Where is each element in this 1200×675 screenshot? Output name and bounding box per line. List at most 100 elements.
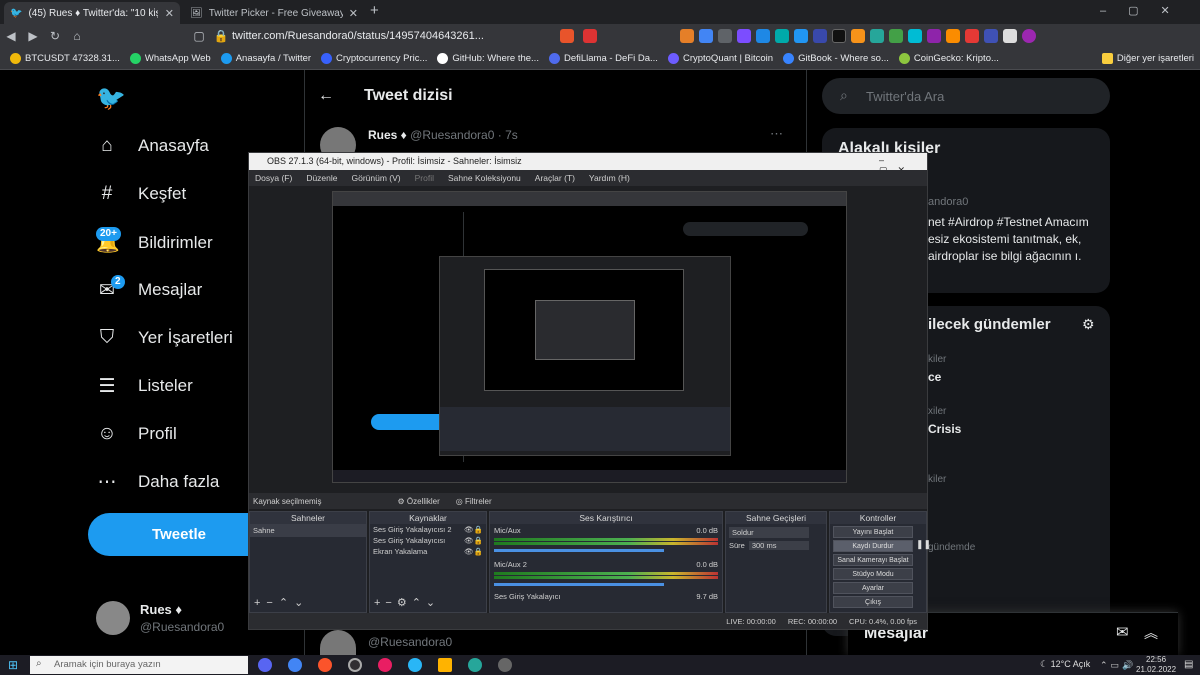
obs-preview[interactable] (332, 191, 847, 483)
trend-meta: xiler (928, 406, 947, 417)
menu-help[interactable]: Yardım (H) (589, 173, 630, 183)
chrome-icon[interactable] (288, 658, 302, 672)
close-tab-icon[interactable]: ✕ (165, 7, 174, 20)
settings-button[interactable]: Ayarlar (833, 582, 913, 594)
close-tab-icon[interactable]: ✕ (349, 7, 358, 20)
pause-icon[interactable]: ❚❚ (916, 539, 931, 550)
extension-icons[interactable] (560, 29, 602, 48)
settings-gear-icon[interactable]: ⚙ (1082, 316, 1095, 333)
controls-header: Kontroller (830, 512, 926, 524)
nav-more[interactable]: ⋯ Daha fazla (96, 467, 220, 497)
taskbar-search-input[interactable]: Aramak için buraya yazın (30, 656, 248, 674)
window-controls[interactable]: –▢✕ (1100, 4, 1192, 17)
reload-icon[interactable]: ↻ (44, 29, 66, 43)
folder-icon[interactable] (438, 658, 452, 672)
app-icon[interactable] (378, 658, 392, 672)
bookmark-item[interactable]: GitHub: Where the... (437, 53, 539, 64)
source-controls[interactable]: +−⚙⌃⌄ (374, 596, 440, 609)
url-field[interactable]: twitter.com/Ruesandora0/status/149574046… (232, 27, 522, 45)
bell-icon: 🔔 20+ (96, 227, 121, 254)
tweet-more-icon[interactable]: ⋯ (770, 126, 783, 142)
profile-handle: @Ruesandora0 (140, 620, 225, 634)
source-item[interactable]: Ses Giriş Yakalayıcısı 2 👁🔒 (370, 524, 486, 535)
transitions-dock: Sahne Geçişleri Soldur Süre 300 ms (725, 511, 827, 613)
brave-icon[interactable] (560, 29, 574, 43)
bookmark-item[interactable]: WhatsApp Web (129, 53, 211, 64)
new-message-icon[interactable]: ✉ (1116, 623, 1129, 641)
profile-avatar[interactable] (96, 601, 130, 635)
source-item[interactable]: Ekran Yakalama 👁🔒 (370, 546, 486, 557)
other-bookmarks[interactable]: Diğer yer işaretleri (1101, 53, 1194, 64)
nav-bookmarks[interactable]: ⛉ Yer İşaretleri (96, 323, 233, 353)
menu-view[interactable]: Görünüm (V) (352, 173, 401, 183)
nav-explore[interactable]: # Keşfet (96, 179, 187, 209)
filters-button[interactable]: ◎ Filtreler (456, 497, 492, 506)
nav-home[interactable]: ⌂ Anasayfa (96, 131, 209, 161)
bookmark-item[interactable]: DefiLlama - DeFi Da... (548, 53, 658, 64)
forward-icon[interactable]: ▶ (22, 29, 44, 43)
menu-profile[interactable]: Profil (415, 173, 434, 183)
transition-select[interactable]: Soldur (729, 527, 809, 538)
bookmark-item[interactable]: CryptoQuant | Bitcoin (667, 53, 773, 64)
nav-messages[interactable]: ✉ 2 Mesajlar (96, 274, 202, 305)
brave-icon[interactable] (318, 658, 332, 672)
twitter-search-input[interactable]: Twitter'da Ara (822, 78, 1110, 114)
bookmark-item[interactable]: CoinGecko: Kripto... (898, 53, 999, 64)
windows-start-icon[interactable]: ⊞ (8, 658, 18, 672)
scenes-dock: Sahneler Sahne +−⌃⌄ (249, 511, 367, 613)
scene-controls[interactable]: +−⌃⌄ (254, 596, 309, 609)
menu-edit[interactable]: Düzenle (306, 173, 337, 183)
app-icon[interactable] (498, 658, 512, 672)
mixer-channel[interactable]: Ses Giriş Yakalayıcı 9.7 dB (490, 590, 722, 603)
telegram-icon[interactable] (408, 658, 422, 672)
discord-icon[interactable] (258, 658, 272, 672)
tweet-button[interactable]: Tweetle (88, 513, 270, 556)
hashtag-icon: # (101, 183, 113, 204)
menu-scene-collection[interactable]: Sahne Koleksiyonu (448, 173, 521, 183)
reply-handle: @Ruesandora0 (368, 635, 453, 649)
nav-notifications[interactable]: 🔔 20+ Bildirimler (96, 227, 213, 258)
home-icon[interactable]: ⌂ (66, 29, 88, 43)
mixer-channel[interactable]: Mic/Aux 0.0 dB (490, 524, 722, 554)
bookmark-item[interactable]: GitBook - Where so... (783, 53, 889, 64)
trends-title: ilecek gündemler (928, 316, 1051, 333)
source-item[interactable]: Ses Giriş Yakalayıcısı 👁🔒 (370, 535, 486, 546)
twitter-favicon: 🐦 (10, 7, 23, 19)
weather-widget[interactable]: ☾ 12°C Açık (1040, 659, 1090, 670)
tab-search-icon[interactable]: ▢ (188, 29, 210, 43)
virtual-camera-button[interactable]: Sanal Kamerayı Başlat (833, 554, 913, 566)
clock[interactable]: 22:56 21.02.2022 (1136, 655, 1176, 675)
bookmark-item[interactable]: Anasayfa / Twitter (220, 53, 311, 64)
mixer-channel[interactable]: Mic/Aux 2 0.0 dB (490, 558, 722, 588)
scene-item[interactable]: Sahne (250, 524, 366, 537)
menu-tools[interactable]: Araçlar (T) (535, 173, 575, 183)
bookmark-item[interactable]: BTCUSDT 47328.31... (10, 53, 120, 64)
studio-mode-button[interactable]: Stüdyo Modu (833, 568, 913, 580)
nav-profile[interactable]: ☺ Profil (96, 419, 176, 449)
nav-lists[interactable]: ☰ Listeler (96, 371, 192, 401)
notifications-icon[interactable]: ▤ (1184, 659, 1193, 670)
back-icon[interactable]: ◀ (0, 29, 22, 43)
volume-slider[interactable] (494, 549, 664, 552)
app-icon[interactable] (468, 658, 482, 672)
stop-recording-button[interactable]: Kaydı Durdur (833, 540, 913, 552)
bookmark-item[interactable]: Cryptocurrency Pric... (321, 53, 427, 64)
new-tab-button[interactable]: + (370, 2, 379, 19)
extension-icon[interactable] (583, 29, 598, 43)
extension-icons-right[interactable] (680, 29, 1041, 48)
menu-file[interactable]: Dosya (F) (255, 173, 292, 183)
tray-icons[interactable]: ⌃▭🔊 (1100, 660, 1136, 671)
duration-input[interactable]: 300 ms (748, 541, 809, 550)
properties-button[interactable]: ⚙ Özellikler (397, 497, 439, 506)
back-arrow-icon[interactable]: ← (318, 87, 334, 105)
twitter-logo-icon[interactable]: 🐦 (96, 84, 126, 113)
browser-tab-active[interactable]: 🐦 (45) Rues ♦ Twitter'da: "10 kişiye ✕ (4, 2, 180, 24)
start-stream-button[interactable]: Yayını Başlat (833, 526, 913, 538)
expand-icon[interactable]: ︽ (1144, 623, 1158, 643)
reply-avatar[interactable] (320, 630, 356, 655)
obs-icon[interactable] (348, 658, 362, 672)
volume-slider[interactable] (494, 583, 664, 586)
exit-button[interactable]: Çıkış (833, 596, 913, 608)
browser-tab[interactable]: 🖼 Twitter Picker - Free Giveaway Picker … (184, 2, 364, 24)
browser-tab-bar: 🐦 (45) Rues ♦ Twitter'da: "10 kişiye ✕ 🖼… (0, 0, 1200, 24)
